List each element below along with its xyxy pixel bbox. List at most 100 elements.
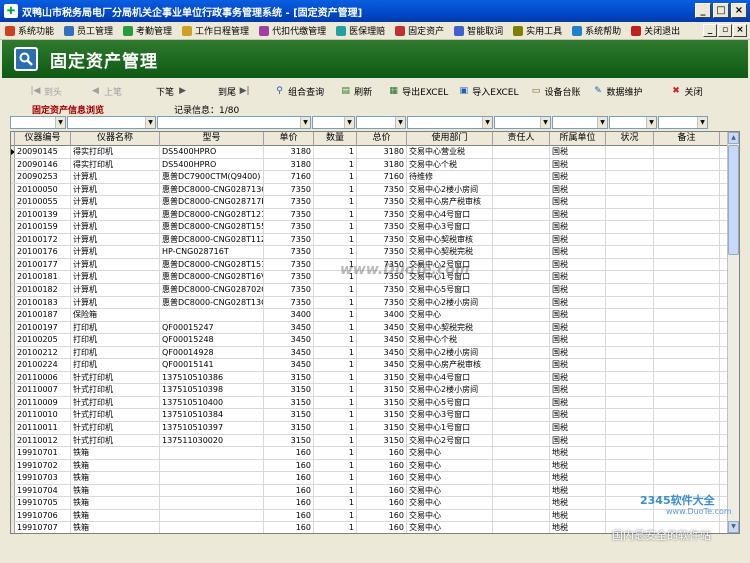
cell-instrument-name: 针式打印机 <box>71 396 160 409</box>
scroll-up-arrow[interactable]: ▲ <box>728 132 739 144</box>
cell-owner-unit: 国税 <box>550 346 606 359</box>
table-row[interactable]: 20100050 计算机 惠普DC8000-CNG028713Q 7350 1 7350 交… <box>11 183 739 197</box>
cell-quantity: 1 <box>314 509 357 522</box>
prev-record-button[interactable]: ◀ 上笔 <box>86 82 126 100</box>
menu-item-4[interactable]: 代扣代缴管理 <box>254 23 331 39</box>
table-row[interactable]: 20110010 针式打印机 137510510384 3150 1 3150 交易中心3号… <box>11 409 739 423</box>
table-row[interactable]: 20110006 针式打印机 137510510386 3150 1 3150 交易中心4号… <box>11 371 739 385</box>
column-header-total-price[interactable]: 总价 <box>357 132 407 146</box>
filter-dropdown-3[interactable]: ▼ <box>312 116 355 129</box>
table-row[interactable]: 20100176 计算机 HP-CNG028716T 7350 1 7350 交易中心契税完… <box>11 246 739 259</box>
table-row[interactable]: 20090146 得实打印机 DS5400HPRO 3180 1 3180 交易中心个税 国税 <box>11 158 739 172</box>
table-row[interactable]: 20110007 针式打印机 137510510398 3150 1 3150 交易中心2楼… <box>11 384 739 397</box>
table-row[interactable]: 20100224 打印机 QF00015141 3450 1 3450 交易中心房产税审核国… <box>11 359 739 372</box>
mdi-close-button[interactable]: × <box>733 24 747 37</box>
table-row[interactable]: 20090253 计算机 惠普DC7900CTM(Q9400) 7160 1 7160 待维… <box>11 171 739 184</box>
refresh-button[interactable]: ▤ 刷新 <box>336 82 376 100</box>
chevron-down-icon[interactable]: ▼ <box>55 117 65 128</box>
filter-dropdown-5[interactable]: ▼ <box>407 116 493 129</box>
table-row[interactable]: 20100172 计算机 惠普DC8000-CNG028T11Z 7350 1 7350 交… <box>11 233 739 247</box>
menu-item-6[interactable]: 固定资产 <box>390 23 449 39</box>
cell-unit-price: 7350 <box>264 233 314 246</box>
column-header-instrument-name[interactable]: 仪器名称 <box>71 132 160 146</box>
chevron-down-icon[interactable]: ▼ <box>482 117 492 128</box>
close-module-button[interactable]: ✖ 关闭 <box>667 82 707 100</box>
menu-item-1[interactable]: 员工管理 <box>59 23 118 39</box>
table-row[interactable]: 20100159 计算机 惠普DC8000-CNG028T155 7350 1 7350 交… <box>11 221 739 234</box>
last-record-button[interactable]: 到尾 ▶| <box>214 82 254 100</box>
table-row[interactable]: 20110011 针式打印机 137510510397 3150 1 3150 交易中心1号… <box>11 422 739 435</box>
column-header-remarks[interactable]: 备注 <box>654 132 720 146</box>
combined-query-button[interactable]: ⚲ 组合查询 <box>270 82 328 100</box>
table-row[interactable]: 20100205 打印机 QF00015248 3450 1 3450 交易中心个税 国税 <box>11 334 739 347</box>
column-header-unit-price[interactable]: 单价 <box>264 132 314 146</box>
scroll-down-arrow[interactable]: ▼ <box>728 521 739 533</box>
import-excel-button[interactable]: ▣ 导入EXCEL <box>454 82 522 100</box>
column-header-instrument-id[interactable]: 仪器编号 <box>15 132 71 146</box>
next-record-button[interactable]: 下笔 ▶ <box>152 82 192 100</box>
filter-dropdown-0[interactable]: ▼ <box>10 116 66 129</box>
menu-item-2[interactable]: 考勤管理 <box>118 23 177 39</box>
table-row[interactable]: 19910701 铁箱 160 1 160 交易中心 地税 <box>11 447 739 460</box>
filter-dropdown-4[interactable]: ▼ <box>356 116 406 129</box>
filter-dropdown-9[interactable]: ▼ <box>658 116 708 129</box>
menu-item-10[interactable]: 关闭退出 <box>626 23 685 39</box>
column-header-condition[interactable]: 状况 <box>606 132 654 146</box>
mdi-minimize-button[interactable]: _ <box>703 24 717 37</box>
cell-condition <box>606 284 654 296</box>
chevron-down-icon[interactable]: ▼ <box>145 117 155 128</box>
table-row[interactable]: 20090145 得实打印机 DS5400HPRO 3180 1 3180 交易中心营业税国… <box>11 146 739 159</box>
filter-dropdown-6[interactable]: ▼ <box>494 116 551 129</box>
filter-dropdown-7[interactable]: ▼ <box>552 116 608 129</box>
data-maintenance-button[interactable]: ✎ 数据维护 <box>588 82 646 100</box>
table-row[interactable]: 20100197 打印机 QF00015247 3450 1 3450 交易中心契税完税 国税 <box>11 321 739 335</box>
filter-dropdown-8[interactable]: ▼ <box>609 116 657 129</box>
menu-item-3[interactable]: 工作日程管理 <box>177 23 254 39</box>
column-header-owner-unit[interactable]: 所属单位 <box>550 132 606 146</box>
table-row[interactable]: 20100212 打印机 QF00014928 3450 1 3450 交易中心2楼小房间国… <box>11 346 739 360</box>
chevron-down-icon[interactable]: ▼ <box>646 117 656 128</box>
table-row[interactable]: 19910705 铁箱 160 1 160 交易中心 地税 <box>11 497 739 510</box>
chevron-down-icon[interactable]: ▼ <box>344 117 354 128</box>
chevron-down-icon[interactable]: ▼ <box>540 117 550 128</box>
chevron-down-icon[interactable]: ▼ <box>697 117 707 128</box>
chevron-down-icon[interactable]: ▼ <box>395 117 405 128</box>
table-row[interactable]: 20110012 针式打印机 137511030020 3150 1 3150 交易中心2号… <box>11 434 739 448</box>
table-row[interactable]: 19910706 铁箱 160 1 160 交易中心 地税 <box>11 509 739 523</box>
close-window-button[interactable]: × <box>731 3 747 18</box>
menu-icon <box>513 25 524 36</box>
table-row[interactable]: 20100055 计算机 惠普DC8000-CNG028717H 7350 1 7350 交… <box>11 196 739 209</box>
menu-item-9[interactable]: 系统帮助 <box>567 23 626 39</box>
table-row[interactable]: 19910703 铁箱 160 1 160 交易中心 地税 <box>11 472 739 485</box>
filter-dropdown-2[interactable]: ▼ <box>157 116 311 129</box>
menu-item-5[interactable]: 医保理赔 <box>331 23 390 39</box>
menu-item-0[interactable]: 系统功能 <box>0 23 59 39</box>
mdi-restore-button[interactable]: ▫ <box>718 24 732 37</box>
export-excel-button[interactable]: ▦ 导出EXCEL <box>384 82 452 100</box>
cell-department: 待维修 <box>407 171 493 183</box>
cell-quantity: 1 <box>314 233 357 246</box>
table-row[interactable]: 20100183 计算机 惠普DC8000-CNG028T13G 7350 1 7350 交… <box>11 296 739 310</box>
column-header-model[interactable]: 型号 <box>160 132 264 146</box>
equipment-ledger-button[interactable]: ▭ 设备台账 <box>526 82 584 100</box>
chevron-down-icon[interactable]: ▼ <box>597 117 607 128</box>
vertical-scrollbar[interactable]: ▲ ▼ <box>727 132 739 533</box>
cell-total-price: 3450 <box>357 334 407 346</box>
maximize-button[interactable]: □ <box>713 3 729 18</box>
filter-dropdown-1[interactable]: ▼ <box>67 116 156 129</box>
table-row[interactable]: 19910702 铁箱 160 1 160 交易中心 地税 <box>11 459 739 473</box>
table-row[interactable]: 20100139 计算机 惠普DC8000-CNG028T121 7350 1 7350 交… <box>11 208 739 222</box>
first-record-button[interactable]: |◀ 到头 <box>26 82 66 100</box>
table-row[interactable]: 20110009 针式打印机 137510510400 3150 1 3150 交易中心5号… <box>11 396 739 410</box>
table-row[interactable]: 19910704 铁箱 160 1 160 交易中心 地税 <box>11 484 739 498</box>
table-row[interactable]: 20100182 计算机 惠普DC8000-CNG028702Q 7350 1 7350 交… <box>11 284 739 297</box>
column-header-person-in-charge[interactable]: 责任人 <box>493 132 550 146</box>
column-header-quantity[interactable]: 数量 <box>314 132 357 146</box>
menu-item-7[interactable]: 智能取词 <box>449 23 508 39</box>
minimize-button[interactable]: _ <box>695 3 711 18</box>
table-row[interactable]: 20100187 保险箱 3400 1 3400 交易中心 国税 <box>11 309 739 322</box>
chevron-down-icon[interactable]: ▼ <box>300 117 310 128</box>
scroll-thumb[interactable] <box>728 145 739 255</box>
column-header-department[interactable]: 使用部门 <box>407 132 493 146</box>
menu-item-8[interactable]: 实用工具 <box>508 23 567 39</box>
